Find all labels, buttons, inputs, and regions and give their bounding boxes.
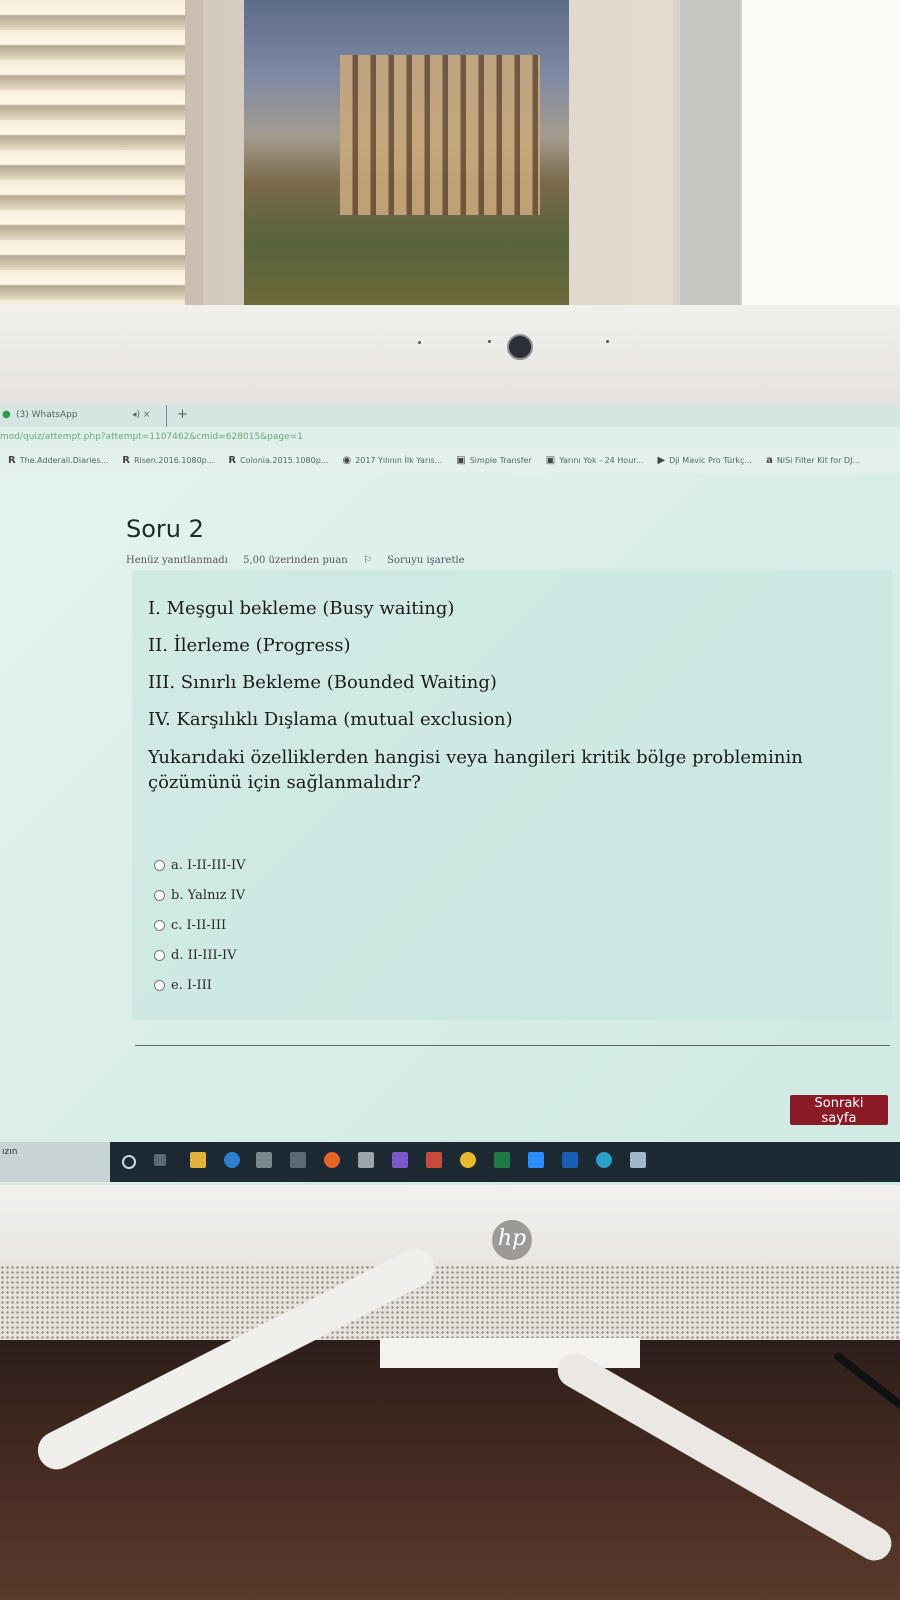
hp-logo: hp bbox=[492, 1220, 532, 1260]
question-text: Yukarıdaki özelliklerden hangisi veya ha… bbox=[148, 747, 803, 793]
statement-4: IV. Karşılıklı Dışlama (mutual exclusion… bbox=[148, 709, 513, 730]
sensor-dot bbox=[606, 340, 609, 343]
new-tab-button[interactable]: + bbox=[177, 407, 188, 422]
windows-taskbar: ızın bbox=[0, 1142, 900, 1182]
bookmark-item[interactable]: ◉ 2017 Yılının İlk Yarıs... bbox=[342, 455, 442, 466]
cortana-icon[interactable] bbox=[122, 1155, 136, 1169]
bookmark-item[interactable]: ▣ Simple Transfer bbox=[456, 455, 531, 466]
flag-question-link[interactable]: ⚐ Soruyu işaretle bbox=[363, 555, 477, 566]
app-icon[interactable] bbox=[256, 1152, 272, 1168]
zoom-icon[interactable] bbox=[528, 1152, 544, 1168]
answer-status: Henüz yanıtlanmadı bbox=[126, 555, 228, 566]
bookmark-icon: R bbox=[8, 455, 16, 466]
url-text[interactable]: mod/quiz/attempt.php?attempt=1107462&cmi… bbox=[0, 432, 303, 442]
bookmark-label: Risen.2016.1080p... bbox=[133, 456, 215, 465]
bookmark-label: NiSi Filter Kit for DJ... bbox=[776, 456, 861, 465]
question-box: I. Meşgul bekleme (Busy waiting) II. İle… bbox=[132, 570, 892, 1020]
task-view-icon[interactable] bbox=[154, 1154, 166, 1166]
browser-tab-bar: ● (3) WhatsApp ◂) × + bbox=[0, 405, 900, 427]
option-label: a. I-II-III-IV bbox=[171, 858, 246, 873]
window-blinds bbox=[0, 0, 195, 310]
section-divider bbox=[135, 1045, 890, 1046]
bookmark-item[interactable]: R The.Adderall.Diaries... bbox=[8, 455, 108, 466]
option-label: c. I-II-III bbox=[171, 918, 227, 933]
flag-label: Soruyu işaretle bbox=[387, 555, 465, 566]
option-label: e. I-III bbox=[171, 978, 212, 993]
option-e[interactable]: e. I-III bbox=[154, 978, 212, 993]
blinds-frame bbox=[185, 0, 203, 310]
bookmark-icon: a bbox=[766, 455, 773, 466]
room-background bbox=[0, 0, 900, 320]
edge-icon[interactable] bbox=[596, 1152, 612, 1168]
sensor-dot bbox=[488, 340, 491, 343]
bookmarks-bar: R The.Adderall.Diaries... R Risen.2016.1080… bbox=[0, 449, 900, 473]
outlook-icon[interactable] bbox=[562, 1152, 578, 1168]
bookmark-label: Yarını Yok - 24 Hour... bbox=[559, 456, 644, 465]
file-explorer-icon[interactable] bbox=[190, 1152, 206, 1168]
bookmark-icon: ◉ bbox=[342, 455, 352, 466]
bookmark-icon: ▣ bbox=[545, 455, 556, 466]
tab-divider bbox=[166, 405, 167, 427]
option-b[interactable]: b. Yalnız IV bbox=[154, 888, 245, 903]
bookmark-label: Colonia.2015.1080p... bbox=[240, 456, 329, 465]
radio-button[interactable] bbox=[154, 890, 165, 901]
firefox-icon[interactable] bbox=[324, 1152, 340, 1168]
option-d[interactable]: d. II-III-IV bbox=[154, 948, 237, 963]
question-title: Soru 2 bbox=[126, 515, 204, 543]
bookmark-icon: ▶ bbox=[657, 455, 666, 466]
edge-legacy-icon[interactable] bbox=[224, 1152, 240, 1168]
speaker-grille bbox=[0, 1265, 900, 1340]
taskbar-search[interactable]: ızın bbox=[0, 1142, 110, 1182]
monitor-stand-neck bbox=[380, 1338, 640, 1368]
excel-icon[interactable] bbox=[494, 1152, 510, 1168]
bookmark-icon: ▣ bbox=[456, 455, 466, 466]
address-bar[interactable]: mod/quiz/attempt.php?attempt=1107462&cmi… bbox=[0, 427, 900, 449]
calculator-icon[interactable] bbox=[290, 1152, 306, 1168]
option-c[interactable]: c. I-II-III bbox=[154, 918, 226, 933]
app-icon[interactable] bbox=[630, 1152, 646, 1168]
bookmark-label: Dji Mavic Pro Türkç... bbox=[669, 456, 753, 465]
bookmark-icon: R bbox=[228, 455, 237, 466]
bookmark-label: Simple Transfer bbox=[469, 456, 532, 465]
window-light bbox=[742, 0, 900, 310]
option-label: d. II-III-IV bbox=[171, 948, 237, 963]
video-app-icon[interactable] bbox=[426, 1152, 442, 1168]
whatsapp-icon: ● bbox=[2, 409, 11, 420]
bookmark-icon: R bbox=[122, 455, 130, 466]
webcam-icon bbox=[507, 334, 533, 360]
question-points: 5,00 üzerinden puan bbox=[243, 555, 348, 566]
monitor-chin bbox=[0, 1185, 900, 1265]
media-player-icon[interactable] bbox=[392, 1152, 408, 1168]
store-icon[interactable] bbox=[358, 1152, 374, 1168]
painting-building bbox=[340, 55, 540, 215]
option-a[interactable]: a. I-II-III-IV bbox=[154, 858, 246, 873]
bookmark-label: The.Adderall.Diaries... bbox=[19, 456, 109, 465]
tab-title[interactable]: (3) WhatsApp bbox=[16, 410, 78, 420]
bookmark-item[interactable]: R Colonia.2015.1080p... bbox=[228, 455, 328, 466]
monitor-top-bezel bbox=[0, 305, 900, 405]
chrome-icon[interactable] bbox=[460, 1152, 476, 1168]
monitor-screen: ● (3) WhatsApp ◂) × + mod/quiz/attempt.p… bbox=[0, 405, 900, 1185]
sensor-dot bbox=[418, 341, 421, 344]
option-label: b. Yalnız IV bbox=[171, 888, 246, 903]
statement-1: I. Meşgul bekleme (Busy waiting) bbox=[148, 598, 455, 619]
bookmark-list: R The.Adderall.Diaries... R Risen.2016.1080… bbox=[8, 455, 874, 466]
radio-button[interactable] bbox=[154, 920, 165, 931]
bookmark-item[interactable]: ▶ Dji Mavic Pro Türkç... bbox=[657, 455, 752, 466]
statement-3: III. Sınırlı Bekleme (Bounded Waiting) bbox=[148, 672, 497, 693]
bookmark-label: 2017 Yılının İlk Yarıs... bbox=[355, 456, 443, 465]
bookmark-item[interactable]: ▣ Yarını Yok - 24 Hour... bbox=[546, 455, 644, 466]
radio-button[interactable] bbox=[154, 950, 165, 961]
bookmark-item[interactable]: R Risen.2016.1080p... bbox=[122, 455, 214, 466]
window-frame bbox=[680, 0, 740, 310]
statement-2: II. İlerleme (Progress) bbox=[148, 635, 351, 656]
bookmark-item[interactable]: a NiSi Filter Kit for DJ... bbox=[766, 455, 860, 466]
question-info: Henüz yanıtlanmadı 5,00 üzerinden puan ⚐… bbox=[126, 555, 489, 566]
tab-controls[interactable]: ◂) × bbox=[132, 410, 150, 420]
radio-button[interactable] bbox=[154, 980, 165, 991]
radio-button[interactable] bbox=[154, 860, 165, 871]
flag-icon: ⚐ bbox=[362, 555, 376, 566]
next-page-button[interactable]: Sonraki sayfa bbox=[790, 1095, 888, 1126]
